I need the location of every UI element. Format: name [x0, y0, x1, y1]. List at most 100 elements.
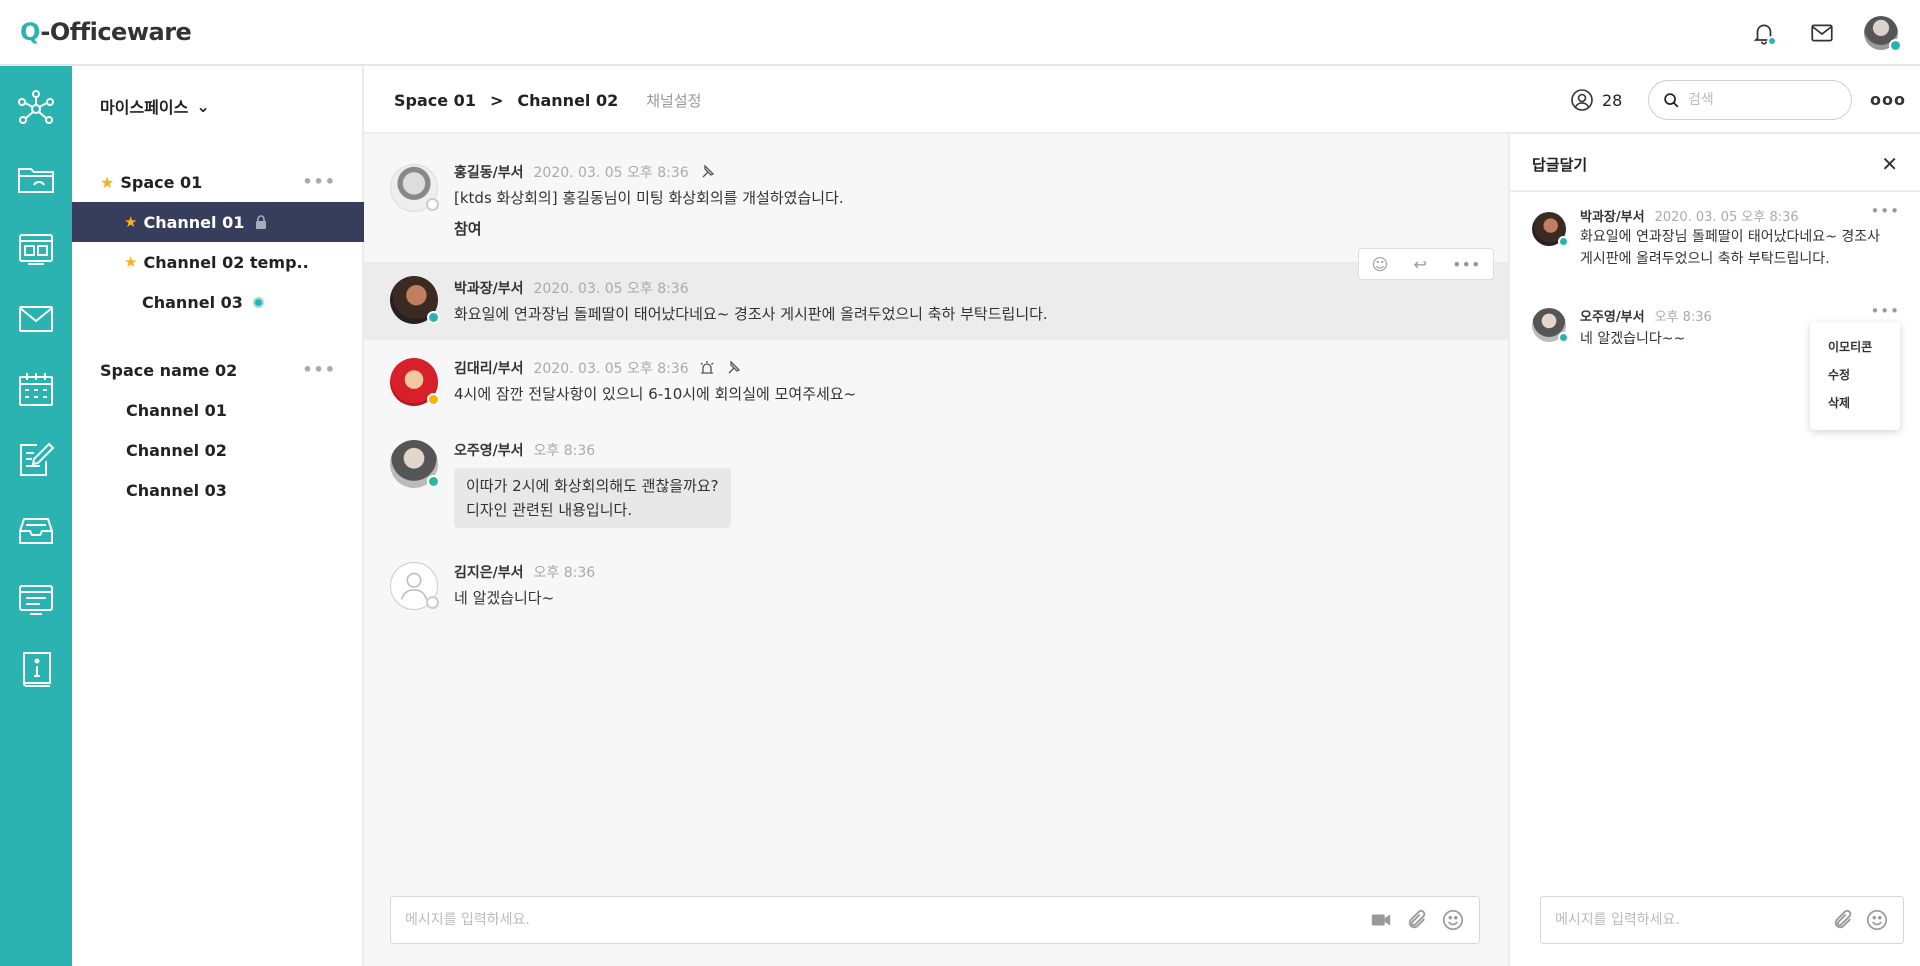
status-indicator — [1558, 236, 1569, 247]
reply-composer — [1540, 896, 1904, 944]
rail-mail[interactable] — [0, 284, 72, 354]
avatar[interactable] — [390, 358, 440, 406]
more-options-icon[interactable]: ••• — [1870, 202, 1900, 220]
avatar[interactable] — [390, 276, 440, 324]
status-indicator — [426, 596, 439, 609]
menu-item-edit[interactable]: 수정 — [1810, 360, 1900, 388]
status-indicator — [427, 311, 440, 324]
pin-icon[interactable] — [725, 360, 741, 376]
rail-monitor[interactable] — [0, 564, 72, 634]
message-item[interactable]: ☺ ↩ ••• 박과장/부서 2020. 03. 05 오후 8:36 화요일에… — [364, 248, 1508, 340]
emoji-icon[interactable] — [1865, 908, 1889, 932]
timestamp: 2020. 03. 05 오후 8:36 — [533, 165, 689, 181]
emoji-icon[interactable] — [1441, 908, 1465, 932]
rail-folder[interactable] — [0, 144, 72, 214]
channel-item[interactable]: Channel 02 — [72, 430, 364, 470]
rail-edit[interactable] — [0, 424, 72, 494]
sender-name[interactable]: 오주영/부서 — [454, 440, 524, 460]
avatar[interactable] — [390, 164, 439, 212]
breadcrumb-space[interactable]: Space 01 — [394, 91, 476, 110]
message-item[interactable]: 홍길동/부서 2020. 03. 05 오후 8:36 [ktds 화상회의] … — [364, 134, 1508, 238]
join-link[interactable]: 참여 — [454, 217, 482, 241]
member-count-button[interactable]: 28 — [1570, 88, 1622, 112]
breadcrumb: Space 01 > Channel 02 채널설정 — [394, 90, 701, 111]
reply-icon[interactable]: ↩ — [1413, 255, 1426, 274]
star-icon: ★ — [124, 253, 138, 271]
pin-icon[interactable] — [699, 164, 715, 180]
workspace-name: 마이스페이스 — [100, 98, 189, 117]
breadcrumb-channel[interactable]: Channel 02 — [517, 91, 618, 110]
sender-name[interactable]: 김지은/부서 — [454, 562, 524, 582]
top-actions — [1748, 16, 1902, 52]
message-list: 홍길동/부서 2020. 03. 05 오후 8:36 [ktds 화상회의] … — [364, 134, 1508, 966]
avatar[interactable] — [390, 440, 440, 488]
message-text: 디자인 관련된 내용입니다. — [466, 501, 633, 519]
message-meta: 박과장/부서 2020. 03. 05 오후 8:36 — [454, 278, 689, 298]
channel-item[interactable]: ★ Channel 02 temp.. — [72, 242, 364, 282]
space-group: ★ Space 01 ••• ★ Channel 01 ★ Channel 02… — [72, 162, 364, 322]
rail-inbox[interactable] — [0, 494, 72, 564]
sender-name[interactable]: 박과장/부서 — [454, 278, 524, 298]
close-icon[interactable]: ✕ — [1881, 152, 1898, 176]
channel-name: Channel 01 — [143, 212, 245, 232]
reply-message[interactable]: 박과장/부서 2020. 03. 05 오후 8:36 ••• 화요일에 연과장… — [1510, 202, 1920, 286]
channel-item[interactable]: Channel 01 — [72, 390, 364, 430]
menu-item-delete[interactable]: 삭제 — [1810, 388, 1900, 416]
timestamp: 오후 8:36 — [533, 443, 596, 459]
space-header[interactable]: ★ Space 01 ••• — [72, 162, 364, 202]
context-menu: 이모티콘 수정 삭제 — [1810, 322, 1900, 430]
reply-meta: 박과장/부서 2020. 03. 05 오후 8:36 — [1580, 206, 1799, 225]
space-header[interactable]: Space name 02 ••• — [72, 350, 364, 390]
sender-name[interactable]: 김대리/부서 — [454, 358, 524, 378]
attach-icon[interactable] — [1405, 908, 1429, 932]
attach-icon[interactable] — [1831, 908, 1855, 932]
app-logo[interactable]: Q-Officeware — [20, 18, 192, 46]
rail-network[interactable] — [0, 74, 72, 144]
message-item[interactable]: 오주영/부서 오후 8:36 이따가 2시에 화상회의해도 괜찮을까요? 디자인… — [364, 440, 1508, 560]
channel-settings-link[interactable]: 채널설정 — [646, 90, 701, 111]
video-icon[interactable] — [1369, 908, 1393, 932]
timestamp: 오후 8:36 — [533, 565, 596, 581]
rail-board[interactable] — [0, 214, 72, 284]
search-input[interactable] — [1688, 92, 1838, 108]
rail-info[interactable] — [0, 634, 72, 704]
notifications-button[interactable] — [1748, 17, 1780, 49]
emoji-icon[interactable]: ☺ — [1372, 255, 1389, 274]
message-input[interactable] — [405, 912, 1357, 928]
alarm-icon[interactable] — [699, 360, 715, 376]
channel-name: Channel 02 temp.. — [143, 252, 309, 272]
channel-item[interactable]: Channel 03 — [72, 470, 364, 510]
avatar[interactable] — [390, 562, 439, 610]
user-circle-icon — [1571, 89, 1593, 111]
message-item[interactable]: 김지은/부서 오후 8:36 네 알겠습니다~ — [364, 562, 1508, 632]
channel-item[interactable]: ★ Channel 01 — [72, 202, 364, 242]
avatar[interactable] — [1532, 308, 1569, 343]
message-item[interactable]: 김대리/부서 2020. 03. 05 오후 8:36 4시에 잠깐 전달사항이… — [364, 358, 1508, 428]
app-root: Q-Officeware 마이스페이스 ⌄ ★ Space 01 ••• ★ C… — [0, 0, 1920, 966]
more-options-icon[interactable]: ••• — [302, 360, 336, 379]
space-name: Space 01 — [120, 172, 203, 192]
mail-button[interactable] — [1806, 17, 1838, 49]
rail-calendar[interactable] — [0, 354, 72, 424]
timestamp: 2020. 03. 05 오후 8:36 — [1654, 210, 1799, 225]
more-options-icon[interactable]: ••• — [302, 172, 336, 191]
info-book-icon — [23, 652, 51, 687]
unread-indicator — [252, 296, 264, 308]
timestamp: 오후 8:36 — [1654, 310, 1712, 325]
online-status — [1889, 39, 1902, 52]
sender-name[interactable]: 오주영/부서 — [1580, 306, 1645, 325]
edit-icon — [20, 442, 55, 476]
reply-input[interactable] — [1555, 912, 1821, 928]
channel-more-button[interactable]: ooo — [1870, 90, 1906, 109]
workspace-selector[interactable]: 마이스페이스 ⌄ — [100, 94, 210, 118]
sender-name[interactable]: 홍길동/부서 — [454, 162, 524, 182]
more-icon[interactable]: ••• — [1452, 255, 1480, 274]
more-options-icon[interactable]: ••• — [1870, 302, 1900, 320]
sender-name[interactable]: 박과장/부서 — [1580, 206, 1645, 225]
channel-item[interactable]: Channel 03 — [72, 282, 364, 322]
avatar[interactable] — [1532, 212, 1569, 247]
timestamp: 2020. 03. 05 오후 8:36 — [533, 281, 689, 297]
channel-name: Channel 03 — [142, 292, 243, 312]
menu-item-emoticon[interactable]: 이모티콘 — [1810, 332, 1900, 360]
user-avatar[interactable] — [1864, 16, 1902, 52]
